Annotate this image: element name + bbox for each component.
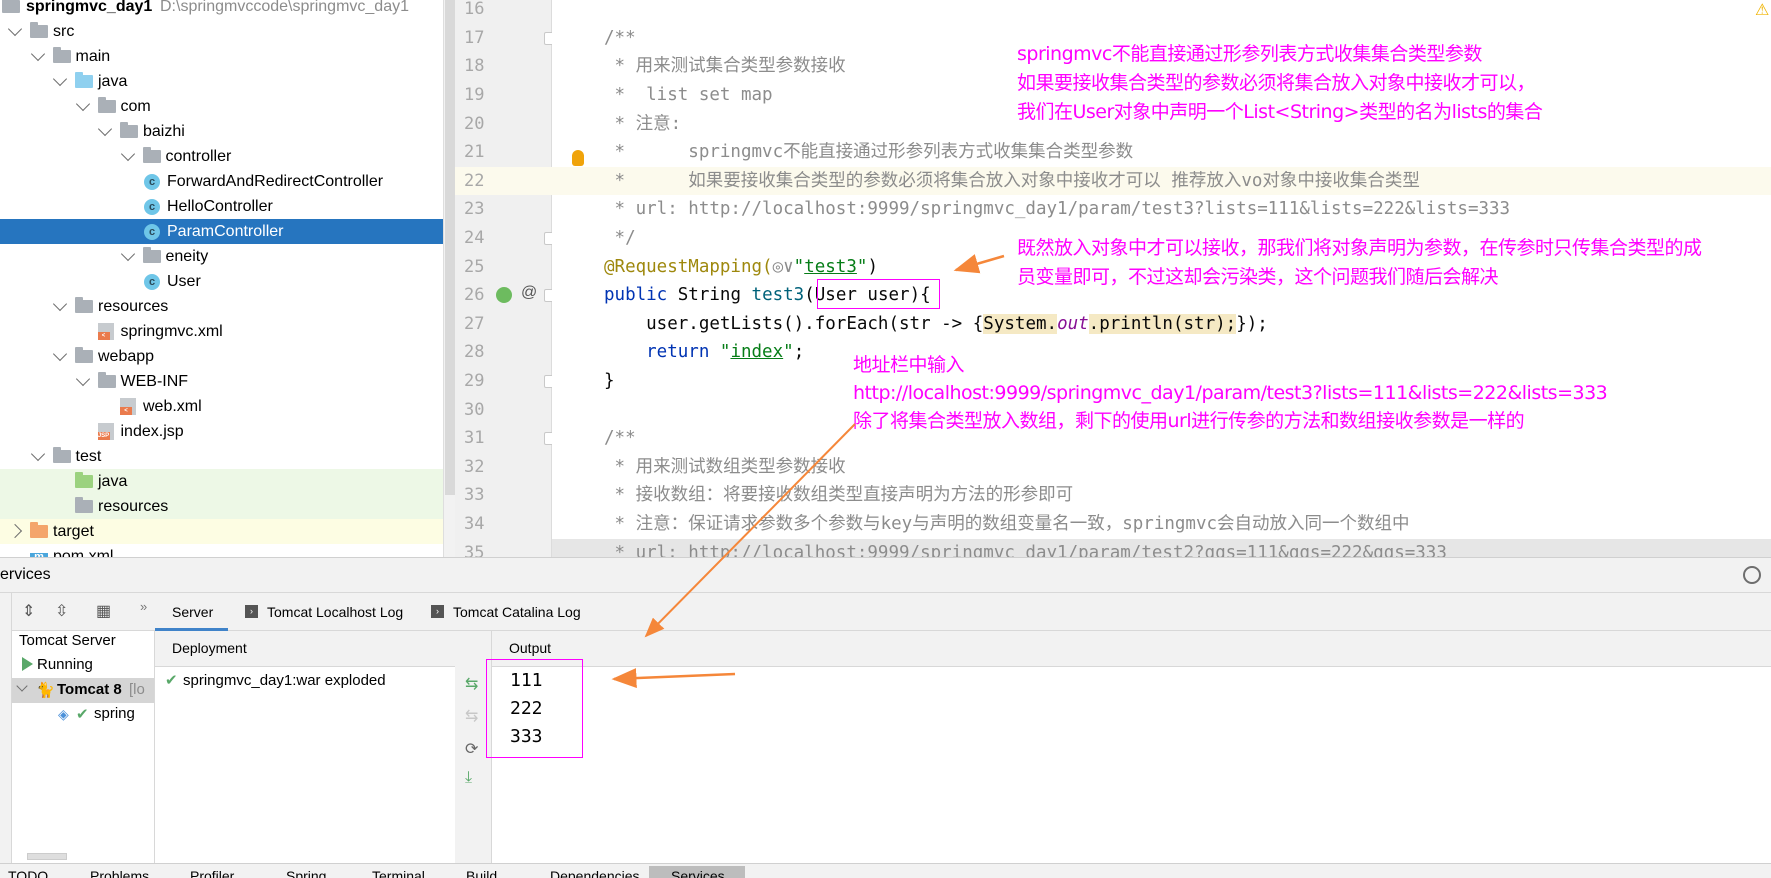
statusbar-spring[interactable]: Spring bbox=[282, 866, 326, 878]
statusbar-terminal[interactable]: Terminal bbox=[368, 866, 425, 878]
annotation-arrows bbox=[611, 254, 1005, 689]
statusbar-todo[interactable]: TODO bbox=[4, 866, 48, 878]
arrow-to-result bbox=[611, 668, 736, 689]
statusbar-dependencies[interactable]: Dependencies bbox=[546, 866, 640, 878]
arrow-to-request-mapping bbox=[953, 254, 1005, 274]
arrow-to-output bbox=[644, 423, 856, 638]
statusbar-profiler[interactable]: Profiler bbox=[186, 866, 234, 878]
statusbar-build[interactable]: Build bbox=[462, 866, 497, 878]
statusbar-problems[interactable]: Problems bbox=[86, 866, 149, 878]
statusbar-services[interactable]: Services bbox=[649, 866, 745, 878]
tool-window-bar: TODO Problems Profiler Spring Terminal B… bbox=[0, 863, 1771, 878]
